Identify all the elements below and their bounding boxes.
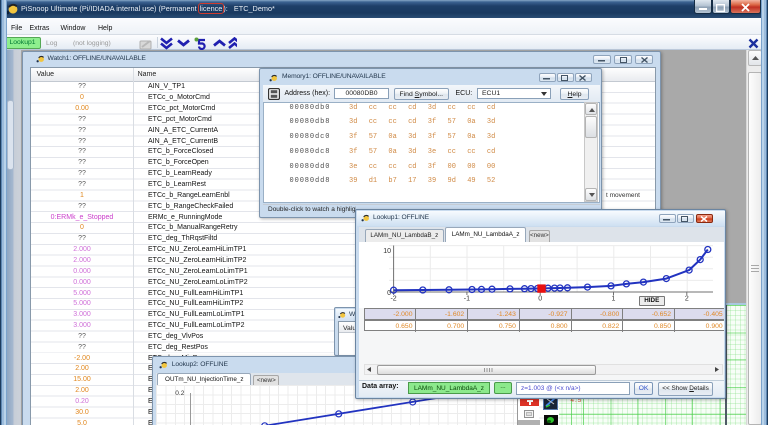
svg-text:1: 1: [612, 296, 616, 303]
svg-text:0: 0: [538, 296, 542, 303]
svg-text:-1: -1: [464, 296, 470, 303]
svg-text:2: 2: [685, 296, 689, 303]
svg-text:-2: -2: [390, 296, 396, 303]
svg-text:10: 10: [383, 248, 391, 255]
